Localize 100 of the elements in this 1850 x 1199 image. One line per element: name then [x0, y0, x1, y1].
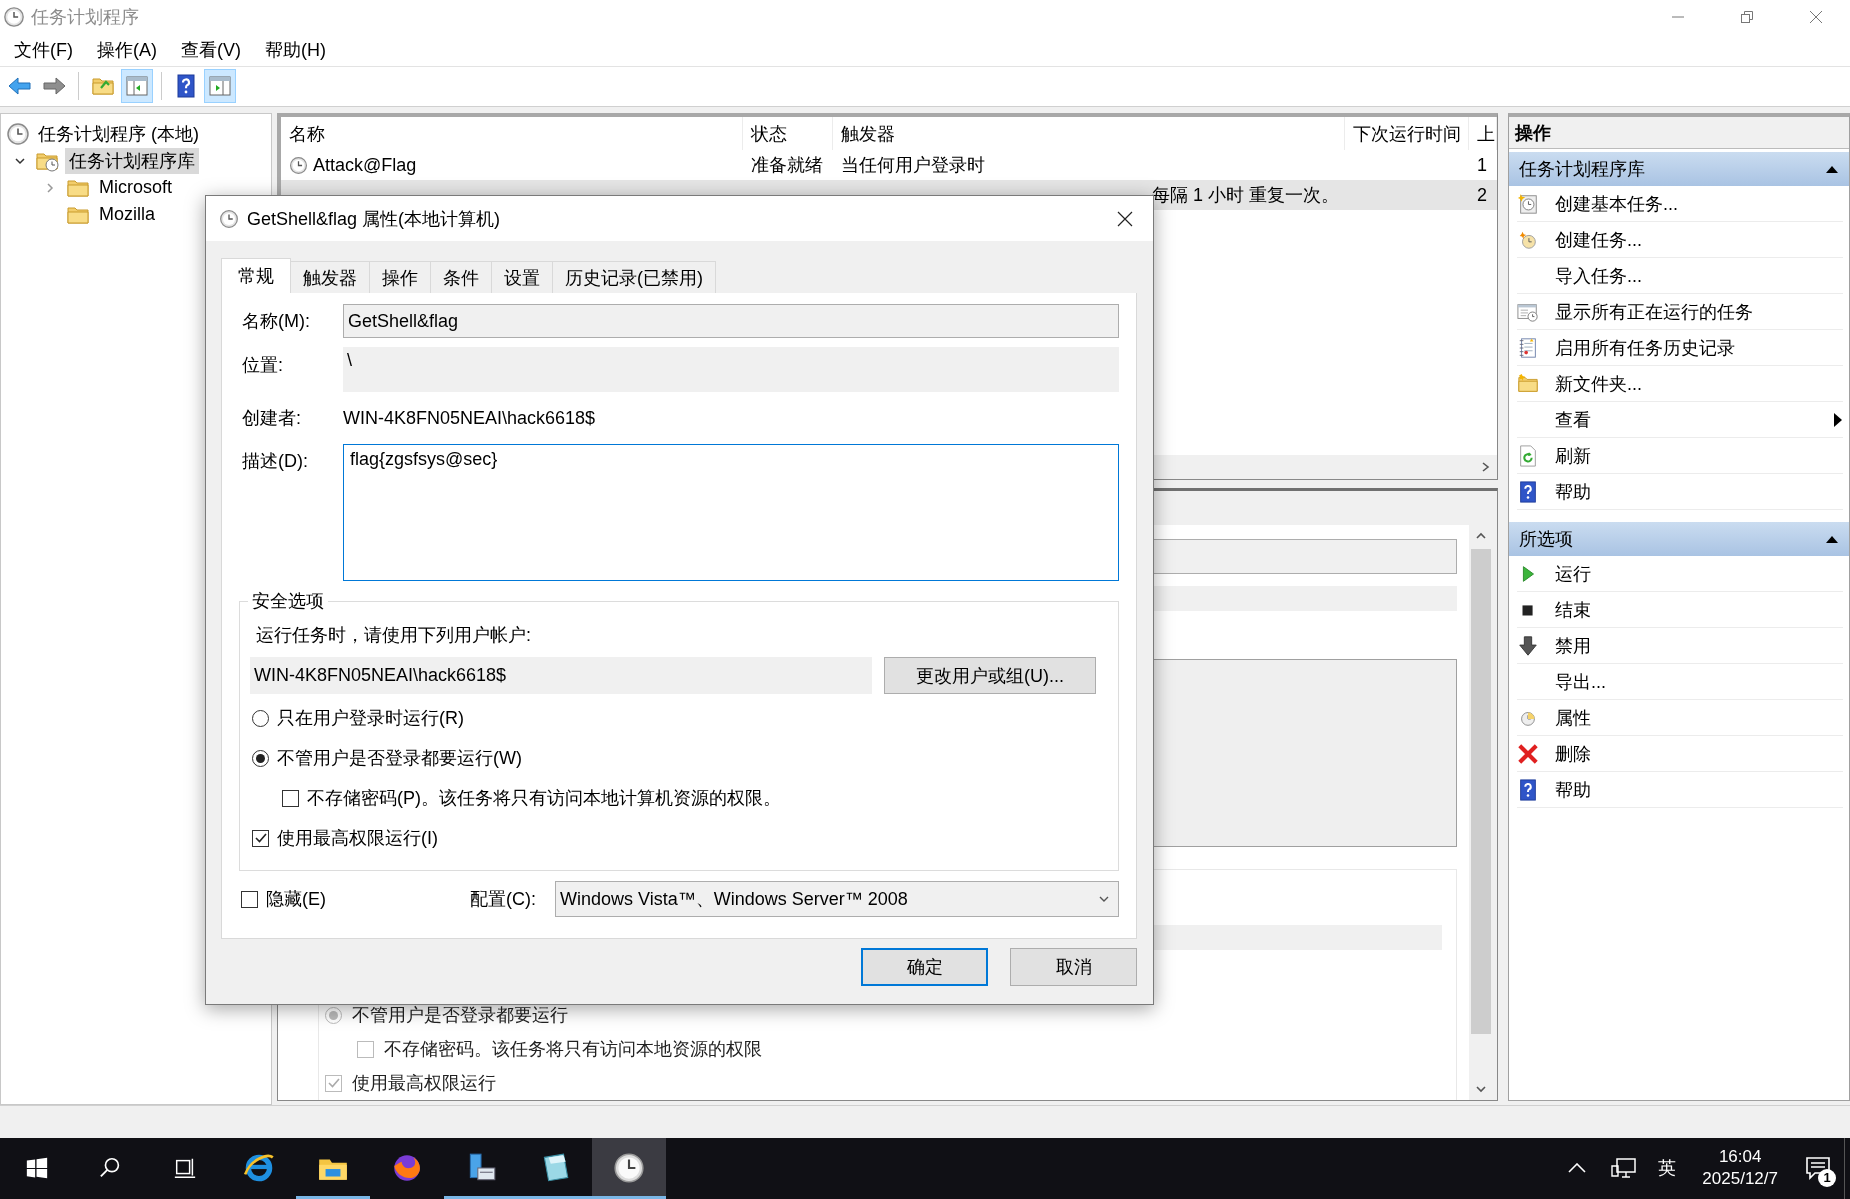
dialog-title: GetShell&flag 属性(本地计算机): [247, 207, 501, 231]
help-icon: [1517, 778, 1539, 801]
name-field[interactable]: GetShell&flag: [343, 304, 1119, 338]
field-label: 描述(D):: [242, 450, 309, 473]
notification-button[interactable]: 1: [1792, 1138, 1844, 1199]
close-icon: [1809, 11, 1822, 23]
checkbox[interactable]: [252, 829, 269, 847]
delete-icon: [1517, 742, 1539, 765]
column-header[interactable]: 状态: [743, 117, 833, 151]
task-view-icon: [173, 1156, 197, 1181]
chevron-up-icon: [1568, 1163, 1587, 1174]
window-title: 任务计划程序: [31, 6, 139, 29]
action-item[interactable]: 禁用: [1517, 628, 1843, 665]
column-header[interactable]: 名称: [281, 117, 743, 151]
option-label: 不存储密码(P)。该任务将只有访问本地计算机资源的权限。: [307, 787, 781, 810]
field-label: 创建者:: [242, 407, 302, 430]
change-user-button[interactable]: 更改用户或组(U)...: [884, 657, 1096, 694]
prompt-text: 运行任务时，请使用下列用户帐户:: [256, 624, 532, 647]
section-header[interactable]: 所选项: [1509, 522, 1849, 557]
start-icon: [25, 1156, 49, 1181]
pane-icon: [125, 74, 149, 99]
action-item[interactable]: 创建基本任务...: [1517, 186, 1843, 223]
column-header[interactable]: 触发器: [833, 117, 1345, 151]
action-item[interactable]: 属性: [1517, 700, 1843, 737]
menu-item[interactable]: 查看(V): [169, 34, 253, 65]
triangle-icon[interactable]: [1825, 164, 1839, 175]
option-label: 不存储密码。该任务将只有访问本地资源的权限: [384, 1038, 762, 1062]
menu-item[interactable]: 操作(A): [85, 34, 169, 65]
option-label: 使用最高权限运行: [352, 1072, 496, 1096]
action-item[interactable]: 帮助: [1517, 474, 1843, 511]
section-header[interactable]: 任务计划程序库: [1509, 152, 1849, 187]
restore-icon: [1740, 11, 1753, 23]
action-item[interactable]: 新文件夹...: [1517, 366, 1843, 403]
checkbox[interactable]: [282, 789, 299, 807]
action-item[interactable]: 查看: [1517, 402, 1843, 439]
action-item[interactable]: 创建任务...: [1517, 222, 1843, 259]
action-item[interactable]: 删除: [1517, 736, 1843, 773]
page-refresh-icon: [1517, 444, 1539, 467]
column-header[interactable]: 下次运行时间: [1345, 117, 1469, 151]
notebook-icon: [1517, 336, 1539, 359]
table-cell-text: 准备就绪: [751, 154, 823, 178]
table-cell-text: 每隔 1 小时 重复一次。: [1152, 184, 1339, 208]
clock-time: 16:04: [1718, 1146, 1762, 1169]
triangle-icon[interactable]: [1825, 534, 1839, 545]
checkbox[interactable]: [325, 1074, 342, 1092]
author-value: WIN-4K8FN05NEAI\hack6618$: [343, 407, 596, 429]
close-icon: [1117, 210, 1133, 227]
help-icon: [174, 74, 198, 99]
menu-item[interactable]: 帮助(H): [253, 34, 338, 65]
folder-star-icon: [1517, 372, 1539, 395]
configure-dropdown[interactable]: Windows Vista™、Windows Server™ 2008: [555, 881, 1119, 917]
radio-button[interactable]: [325, 1006, 342, 1024]
table-cell-text: 当任何用户登录时: [841, 154, 985, 178]
table-cell: 2: [1477, 184, 1487, 206]
action-item[interactable]: 结束: [1517, 592, 1843, 629]
action-item[interactable]: 启用所有任务历史记录: [1517, 330, 1843, 367]
user-account-field: WIN-4K8FN05NEAI\hack6618$: [250, 657, 872, 694]
checkbox[interactable]: [357, 1040, 374, 1058]
tree-item[interactable]: 任务计划程序 (本地): [34, 120, 203, 147]
menu-item[interactable]: 文件(F): [2, 34, 85, 65]
cancel-button[interactable]: 取消: [1010, 948, 1137, 986]
field-label: 配置(C):: [470, 888, 537, 911]
column-header[interactable]: 上: [1469, 117, 1497, 151]
clock-icon: [219, 208, 239, 229]
tab[interactable]: 常规: [221, 258, 291, 293]
radio-button[interactable]: [252, 709, 269, 727]
location-field: \: [343, 347, 1119, 392]
action-item[interactable]: 帮助: [1517, 772, 1843, 809]
checkbox[interactable]: [241, 890, 258, 908]
clock-icon: [289, 155, 308, 175]
clock-date: 2025/12/7: [1702, 1168, 1778, 1191]
table-row[interactable]: Attack@Flag 准备就绪 当任何用户登录时 1: [281, 150, 1497, 181]
radio-button[interactable]: [252, 749, 269, 767]
pane-icon: [208, 74, 232, 99]
action-item[interactable]: 导入任务...: [1517, 258, 1843, 295]
table-cell: Attack@Flag: [313, 154, 417, 176]
message-icon: [1805, 1156, 1831, 1181]
field-label: 名称(M):: [242, 310, 311, 333]
clock-button[interactable]: 16:04 2025/12/7: [1688, 1146, 1792, 1191]
vertical-scrollbar[interactable]: [1469, 525, 1493, 1101]
pane-title: 操作: [1509, 117, 1849, 150]
taskbar-app[interactable]: [592, 1138, 666, 1199]
tab[interactable]: 历史记录(已禁用): [552, 261, 716, 293]
notification-badge: 1: [1818, 1169, 1836, 1187]
field-label: 位置:: [242, 354, 284, 377]
network-icon: [1611, 1157, 1638, 1180]
description-field[interactable]: flag{zgsfsys@sec}: [343, 444, 1119, 581]
input-method-indicator[interactable]: 英: [1646, 1156, 1689, 1181]
tree-item[interactable]: Mozilla: [95, 203, 159, 227]
scroll-down-icon[interactable]: [1475, 1084, 1487, 1095]
action-item[interactable]: 刷新: [1517, 438, 1843, 475]
action-item[interactable]: 运行: [1517, 556, 1843, 593]
action-item[interactable]: 导出...: [1517, 664, 1843, 701]
tree-item[interactable]: Microsoft: [95, 176, 176, 200]
down-arrow-icon: [1517, 634, 1539, 657]
ok-button[interactable]: 确定: [861, 948, 988, 986]
action-item[interactable]: 显示所有正在运行的任务: [1517, 294, 1843, 331]
tree-item[interactable]: 任务计划程序库: [65, 147, 199, 174]
caret-icon: [1098, 895, 1110, 903]
scroll-right-icon[interactable]: [1481, 461, 1491, 474]
